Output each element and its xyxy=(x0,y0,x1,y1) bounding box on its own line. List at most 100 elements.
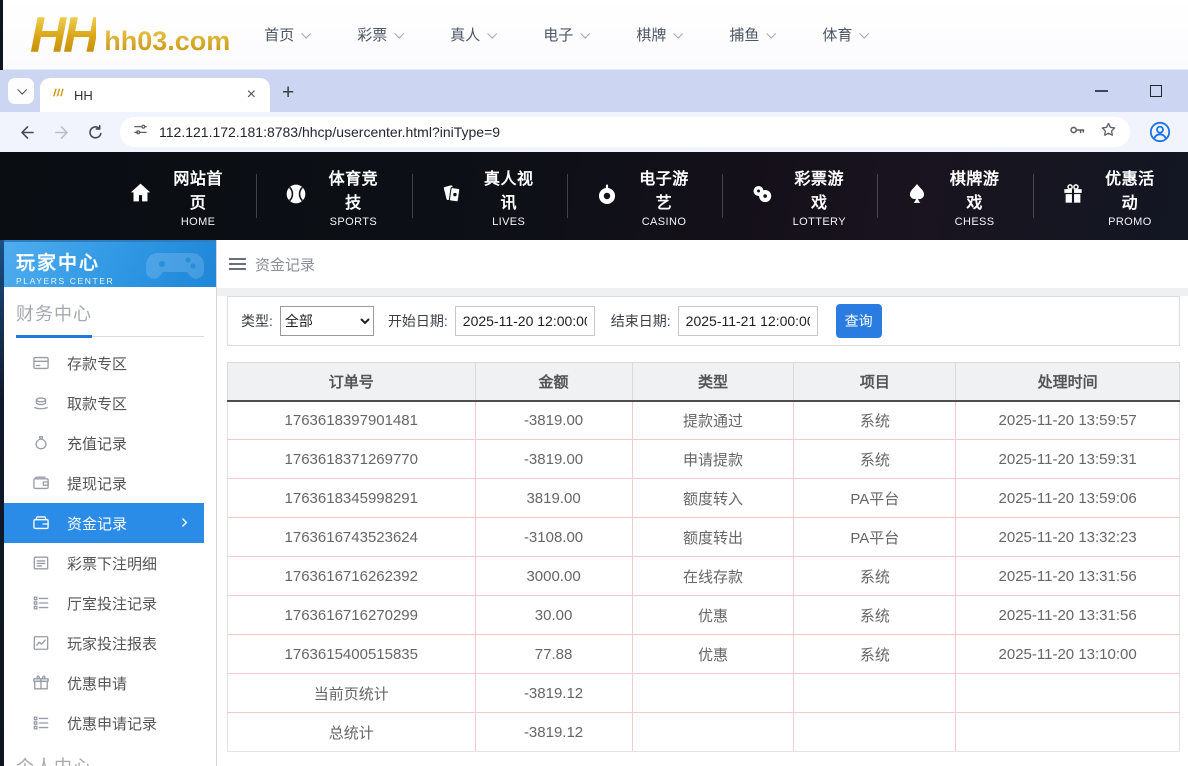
top-menu-item[interactable]: 棋牌 xyxy=(636,24,684,45)
top-menu-item-label: 首页 xyxy=(264,27,295,44)
sidebar-item-label: 存款专区 xyxy=(67,355,128,373)
bookmark-star-icon[interactable] xyxy=(1099,120,1118,144)
tab-close-icon[interactable]: × xyxy=(243,87,260,103)
sidebar-item-withdraw-hand[interactable]: 取款专区 xyxy=(4,383,204,423)
start-date-input[interactable] xyxy=(454,306,595,336)
sidebar-item-label: 优惠申请记录 xyxy=(67,715,158,733)
sidebar-item-hall-bet[interactable]: 厅室投注记录 xyxy=(4,583,204,623)
table-row: 1763616716270299 30.00 优惠 系统 2025-11-20 13:3… xyxy=(227,595,1180,635)
table-row: 1763615400515835 77.88 优惠 系统 2025-11-20 13:1… xyxy=(227,634,1180,674)
top-menu-item[interactable]: 彩票 xyxy=(357,24,405,45)
sidebar-item-funds-wallet[interactable]: 资金记录 xyxy=(4,503,204,543)
left-edge-decoration xyxy=(0,0,3,70)
url-bar[interactable]: 112.121.172.181:8783/hhcp/usercenter.htm… xyxy=(120,117,1130,147)
site-logo[interactable]: HH hh03.com xyxy=(30,9,230,61)
search-button[interactable]: 查询 xyxy=(835,304,882,338)
table-cell: 2025-11-20 13:59:31 xyxy=(955,439,1180,479)
game-nav-item[interactable]: 真人视讯 LIVES xyxy=(412,165,567,228)
top-menu-item[interactable]: 体育 xyxy=(822,24,870,45)
sidebar-item-withdraw-record[interactable]: 提现记录 xyxy=(4,463,204,503)
site-info-icon[interactable] xyxy=(132,121,149,143)
sidebar-item-deposit-card[interactable]: 存款专区 xyxy=(4,343,204,383)
game-nav-subtitle: PROMO xyxy=(1108,215,1152,228)
window-minimize-button[interactable] xyxy=(1095,90,1108,92)
table-header-row: 订单号 金额 类型 项目 处理时间 xyxy=(227,362,1180,402)
screen: HH hh03.com 首页 彩票 真人 电子 棋牌 捕鱼 体育 HH × + xyxy=(0,0,1188,766)
sidebar-item-promo-apply[interactable]: 优惠申请 xyxy=(4,663,204,703)
cards-icon xyxy=(439,181,465,212)
table-cell xyxy=(631,673,795,713)
game-nav-item[interactable]: 体育竞技 SPORTS xyxy=(256,165,411,228)
table-row: 1763618371269770 -3819.00 申请提款 系统 2025-11-20… xyxy=(227,439,1180,479)
table-row: 1763616743523624 -3108.00 额度转出 PA平台 2025-11-… xyxy=(227,517,1180,557)
sidebar-item-lottery-detail[interactable]: 彩票下注明细 xyxy=(4,543,204,583)
divider-band xyxy=(217,288,1188,296)
url-text: 112.121.172.181:8783/hhcp/usercenter.htm… xyxy=(159,124,501,140)
sidebar-item-label: 取款专区 xyxy=(67,395,128,413)
sidebar-item-recharge-bag[interactable]: 充值记录 xyxy=(4,423,204,463)
table-cell: 系统 xyxy=(793,439,957,479)
table-cell: 总统计 xyxy=(227,712,476,752)
sidebar-item-label: 玩家投注报表 xyxy=(67,635,158,653)
table-cell: 2025-11-20 13:31:56 xyxy=(955,556,1180,596)
game-nav-item[interactable]: 棋牌游戏 CHESS xyxy=(877,165,1032,228)
recharge-bag-icon xyxy=(31,433,51,453)
sidebar-item-report-chart[interactable]: 玩家投注报表 xyxy=(4,623,204,663)
sidebar-menu: 存款专区 取款专区 充值记录 提现记录 资金记录 彩票下注明细 厅室投注记录 玩家投注报表 优惠… xyxy=(4,343,216,743)
browser-tab[interactable]: HH × xyxy=(40,78,270,112)
table-row: 1763618397901481 -3819.00 提款通过 系统 2025-11-20… xyxy=(227,400,1180,440)
table-cell: 2025-11-20 13:59:06 xyxy=(955,478,1180,518)
game-nav-item[interactable]: 彩票游戏 LOTTERY xyxy=(722,165,877,228)
game-nav-item[interactable]: 电子游艺 CASINO xyxy=(567,165,722,228)
window-maximize-button[interactable] xyxy=(1150,85,1162,97)
reload-button[interactable] xyxy=(82,119,108,145)
table-cell: -3819.00 xyxy=(474,400,633,440)
top-menu-item[interactable]: 电子 xyxy=(543,24,591,45)
type-select[interactable]: 全部 xyxy=(279,306,374,336)
table-cell: 2025-11-20 13:59:57 xyxy=(955,400,1180,440)
promo-record-icon xyxy=(31,713,51,733)
chevron-down-icon xyxy=(859,28,870,39)
game-nav-item[interactable]: 优惠活动 PROMO xyxy=(1033,165,1188,228)
top-menu-item[interactable]: 捕鱼 xyxy=(729,24,777,45)
table-row: 1763618345998291 3819.00 额度转入 PA平台 2025-11-2… xyxy=(227,478,1180,518)
table-cell: 系统 xyxy=(793,556,957,596)
table-cell: 申请提款 xyxy=(631,439,795,479)
end-date-input[interactable] xyxy=(677,306,818,336)
table-cell: -3108.00 xyxy=(474,517,633,557)
top-menu-item[interactable]: 真人 xyxy=(450,24,498,45)
table-cell: 1763615400515835 xyxy=(227,634,476,674)
table-cell xyxy=(631,712,795,752)
tab-title: HH xyxy=(74,87,93,103)
menu-toggle-icon[interactable] xyxy=(229,258,246,270)
gift-icon xyxy=(1060,181,1086,212)
personal-section-label: 个人中心 xyxy=(16,753,204,766)
password-key-icon[interactable] xyxy=(1067,120,1087,145)
game-nav-subtitle: SPORTS xyxy=(329,215,378,228)
forward-button[interactable] xyxy=(48,119,74,145)
game-nav-item[interactable]: 网站首页 HOME xyxy=(100,165,256,228)
top-menu-item-label: 电子 xyxy=(543,27,574,44)
report-chart-icon xyxy=(31,633,51,653)
browser-toolbar: 112.121.172.181:8783/hhcp/usercenter.htm… xyxy=(0,112,1188,152)
tab-search-button[interactable] xyxy=(8,78,34,104)
finance-section-label: 财务中心 xyxy=(16,304,92,324)
table-cell: 系统 xyxy=(793,400,957,440)
table-cell: 提款通过 xyxy=(631,400,795,440)
table-row: 当前页统计 -3819.12 xyxy=(227,673,1180,713)
table-cell: 1763616716270299 xyxy=(227,595,476,635)
players-center-banner: 玩家中心 PLAYERS CENTER xyxy=(4,240,216,287)
workspace: 玩家中心 PLAYERS CENTER 财务中心 存款专区取款专区充值记录 提现记… xyxy=(0,240,1188,766)
profile-avatar-icon[interactable] xyxy=(1148,120,1172,144)
window-controls xyxy=(1095,70,1162,112)
table-cell: -3819.12 xyxy=(474,712,633,752)
table-cell: 30.00 xyxy=(474,595,633,635)
back-button[interactable] xyxy=(14,119,40,145)
new-tab-button[interactable]: + xyxy=(282,82,294,103)
site-favicon-icon xyxy=(50,85,65,105)
table-header-cell: 处理时间 xyxy=(955,362,1180,402)
sidebar-item-promo-record[interactable]: 优惠申请记录 xyxy=(4,703,204,743)
top-menu-item[interactable]: 首页 xyxy=(264,24,312,45)
filter-panel: 类型: 全部 开始日期: 结束日期: 查询 xyxy=(227,296,1180,346)
game-nav-title: 真人视讯 xyxy=(483,170,534,212)
